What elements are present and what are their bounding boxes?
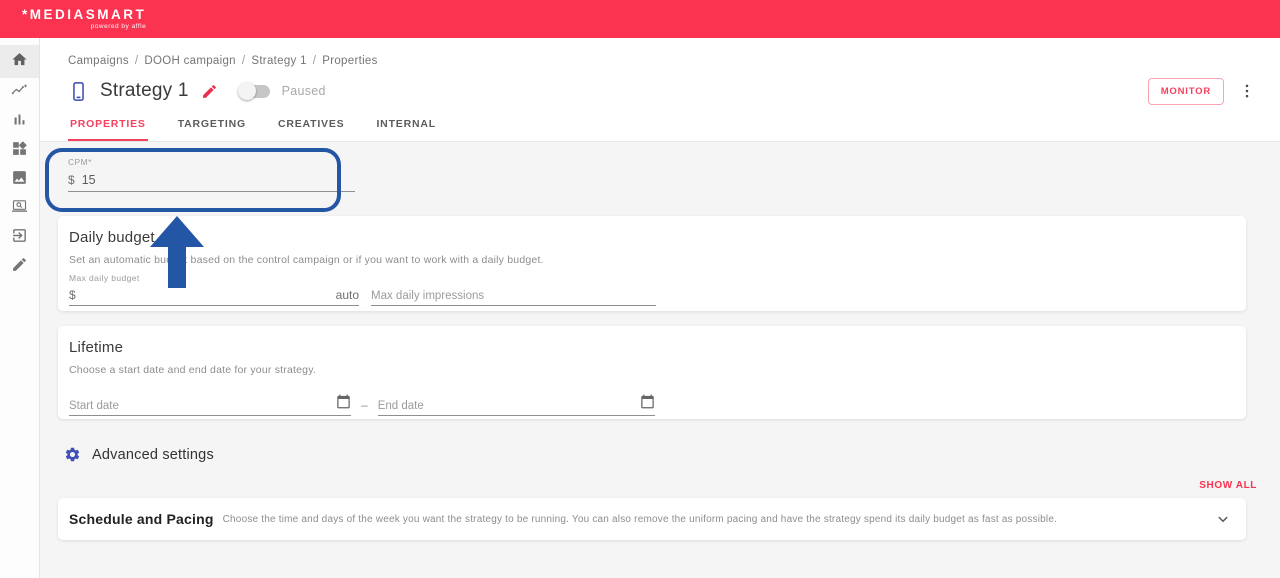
exit-icon xyxy=(11,227,28,249)
tab-bar: PROPERTIES TARGETING CREATIVES INTERNAL xyxy=(68,118,1256,141)
edit-title-icon[interactable] xyxy=(201,83,218,100)
show-all-link[interactable]: SHOW ALL xyxy=(40,480,1257,491)
bar-chart-icon xyxy=(11,111,28,133)
cpm-input-row: $ xyxy=(68,167,355,192)
sidebar-item-screen-search[interactable] xyxy=(0,194,39,223)
breadcrumb-dooh-campaign[interactable]: DOOH campaign xyxy=(144,55,235,67)
status-label: Paused xyxy=(281,84,326,98)
sidebar-item-exit[interactable] xyxy=(0,223,39,252)
properties-panel: CPM* $ Daily budget Set an automatic bud… xyxy=(40,142,1280,578)
advanced-settings-label: Advanced settings xyxy=(92,446,214,463)
breadcrumb-properties[interactable]: Properties xyxy=(322,55,377,67)
logo-wordmark: *MEDIASMART xyxy=(22,7,147,22)
tab-properties[interactable]: PROPERTIES xyxy=(68,118,148,141)
sidebar-item-reports[interactable] xyxy=(0,107,39,136)
daily-budget-title: Daily budget xyxy=(69,229,155,246)
date-range-separator: – xyxy=(361,398,368,412)
app-header: *MEDIASMART powered by affle xyxy=(0,0,1280,38)
breadcrumb-strategy-1[interactable]: Strategy 1 xyxy=(251,55,306,67)
end-date-input[interactable] xyxy=(377,400,640,412)
budget-auto-suffix: auto xyxy=(335,288,359,302)
sidebar xyxy=(0,38,40,578)
max-daily-impressions-input[interactable] xyxy=(371,290,656,302)
gear-icon xyxy=(64,446,81,463)
monitor-button[interactable]: MONITOR xyxy=(1147,77,1224,105)
schedule-pacing-title: Schedule and Pacing xyxy=(69,511,214,527)
budget-currency-prefix: $ xyxy=(69,288,76,302)
page-head: Campaigns / DOOH campaign / Strategy 1 / Prope… xyxy=(40,38,1280,142)
tab-internal[interactable]: INTERNAL xyxy=(374,118,437,141)
schedule-pacing-description: Choose the time and days of the week you… xyxy=(222,513,1058,525)
end-date-field xyxy=(377,390,655,416)
start-date-field xyxy=(69,390,351,416)
kebab-menu-icon[interactable] xyxy=(1238,82,1256,100)
advanced-settings-row[interactable]: Advanced settings xyxy=(64,446,1280,463)
home-icon xyxy=(11,51,28,73)
screen-search-icon xyxy=(11,198,28,220)
tab-targeting[interactable]: TARGETING xyxy=(176,118,248,141)
sidebar-item-trends[interactable] xyxy=(0,78,39,107)
daily-budget-card: Daily budget Set an automatic budget bas… xyxy=(58,216,1246,311)
max-daily-impressions-wrap xyxy=(371,286,656,306)
page-title: Strategy 1 xyxy=(100,80,189,101)
daily-budget-description: Set an automatic budget based on the con… xyxy=(69,254,544,266)
start-date-input[interactable] xyxy=(69,400,336,412)
cpm-input[interactable] xyxy=(81,173,282,187)
chevron-down-icon[interactable] xyxy=(1214,510,1232,528)
pencil-icon xyxy=(11,256,28,278)
breadcrumb-separator: / xyxy=(134,55,139,67)
calendar-icon[interactable] xyxy=(640,394,655,409)
lifetime-description: Choose a start date and end date for you… xyxy=(69,364,316,376)
cpm-field-group: CPM* $ xyxy=(68,157,355,192)
sidebar-item-creatives[interactable] xyxy=(0,165,39,194)
breadcrumb-separator: / xyxy=(241,55,246,67)
max-daily-budget-field[interactable]: $ auto xyxy=(69,284,359,306)
tab-creatives[interactable]: CREATIVES xyxy=(276,118,347,141)
breadcrumb-campaigns[interactable]: Campaigns xyxy=(68,55,129,67)
cpm-currency-prefix: $ xyxy=(68,173,75,187)
smartphone-icon xyxy=(68,81,89,102)
widgets-icon xyxy=(11,140,28,162)
calendar-icon[interactable] xyxy=(336,394,351,409)
mediasmart-logo[interactable]: *MEDIASMART powered by affle xyxy=(22,7,147,31)
sidebar-item-widgets[interactable] xyxy=(0,136,39,165)
logo-powered-by: powered by affle xyxy=(90,23,147,30)
lifetime-card: Lifetime Choose a start date and end dat… xyxy=(58,326,1246,419)
image-icon xyxy=(11,169,28,191)
lifetime-title: Lifetime xyxy=(69,339,124,356)
sidebar-item-edit[interactable] xyxy=(0,252,39,281)
trends-icon xyxy=(11,82,28,104)
schedule-pacing-card[interactable]: Schedule and Pacing Choose the time and … xyxy=(58,498,1246,540)
breadcrumb: Campaigns / DOOH campaign / Strategy 1 / Prope… xyxy=(68,55,1256,68)
cpm-label: CPM* xyxy=(68,157,92,167)
title-row: Strategy 1 Paused MONITOR xyxy=(68,77,1256,105)
toggle-knob xyxy=(237,82,256,100)
max-daily-budget-label: Max daily budget xyxy=(69,273,140,283)
breadcrumb-separator: / xyxy=(312,55,317,67)
pause-toggle[interactable] xyxy=(237,82,270,100)
sidebar-item-home[interactable] xyxy=(0,45,39,78)
